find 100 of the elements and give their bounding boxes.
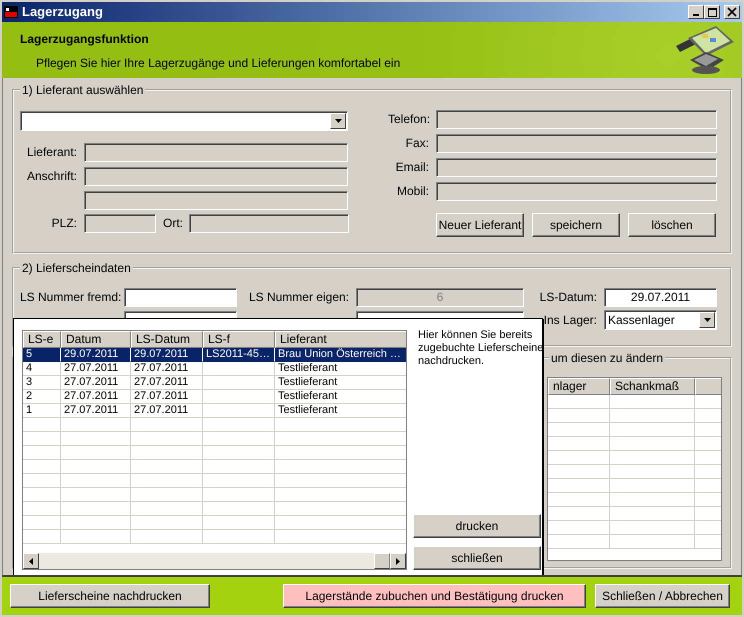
text-field: 6 xyxy=(356,288,524,307)
maximize-button[interactable] xyxy=(704,5,720,19)
field-label: LS-Datum: xyxy=(540,290,597,304)
table-cell xyxy=(131,432,203,446)
column-header[interactable]: Schankmaß xyxy=(610,378,695,395)
push-button[interactable]: drucken xyxy=(413,514,541,538)
field-label: PLZ: xyxy=(52,216,77,230)
text-field[interactable] xyxy=(84,167,348,186)
table-cell[interactable]: Brau Union Österreich … xyxy=(275,348,406,362)
table-cell xyxy=(203,390,275,404)
table-cell xyxy=(23,516,61,530)
table-cell xyxy=(61,460,131,474)
table-cell xyxy=(23,474,61,488)
table-cell xyxy=(61,516,131,530)
table-cell xyxy=(548,423,610,437)
column-header[interactable]: LS-Datum xyxy=(131,331,203,348)
table-cell[interactable]: 27.07.2011 xyxy=(131,404,203,418)
pos-terminal-icon xyxy=(674,24,736,76)
column-header[interactable]: nlager xyxy=(548,378,610,395)
table-cell xyxy=(203,362,275,376)
column-header[interactable]: Lieferant xyxy=(275,331,406,348)
caret-icon xyxy=(330,113,346,129)
storage-dropdown[interactable]: Kassenlager xyxy=(604,310,717,330)
subtitle: Pflegen Sie hier Ihre Lagerzugänge und Lieferungen komfortabel ein xyxy=(36,56,400,70)
table-cell xyxy=(548,479,610,493)
field-label: Ins Lager: xyxy=(544,312,597,327)
table-cell xyxy=(23,488,61,502)
field-label: Email: xyxy=(396,160,429,174)
column-header[interactable]: Datum xyxy=(61,331,131,348)
field-label: LS Nummer eigen: xyxy=(248,290,349,304)
table-cell[interactable]: 27.07.2011 xyxy=(61,362,131,376)
table-cell[interactable]: 2 xyxy=(23,390,61,404)
table-cell[interactable]: 29.07.2011 xyxy=(131,348,203,362)
push-button[interactable]: speichern xyxy=(532,213,620,237)
table-cell xyxy=(23,432,61,446)
push-button[interactable]: Neuer Lieferant xyxy=(436,213,524,237)
minimize-button[interactable] xyxy=(688,5,704,19)
column-header[interactable] xyxy=(695,378,721,395)
left-arrow-icon xyxy=(29,558,33,564)
push-button[interactable]: Schließen / Abbrechen xyxy=(595,584,730,608)
table-cell xyxy=(203,418,275,432)
close-button[interactable] xyxy=(724,5,740,19)
table-cell xyxy=(203,502,275,516)
text-field[interactable] xyxy=(84,214,156,233)
table-cell xyxy=(548,493,610,507)
table-cell[interactable]: 1 xyxy=(23,404,61,418)
table-cell xyxy=(131,530,203,544)
table-cell[interactable]: 3 xyxy=(23,376,61,390)
table-cell xyxy=(548,521,610,535)
table-cell[interactable]: Testlieferant xyxy=(275,404,406,418)
window-title: Lagerzugang xyxy=(22,4,104,20)
table-cell xyxy=(131,488,203,502)
table-cell xyxy=(23,418,61,432)
push-button[interactable]: Lagerstände zubuchen und Bestätigung drucken xyxy=(283,584,586,608)
table-cell xyxy=(61,502,131,516)
table-cell xyxy=(61,446,131,460)
scroll-thumb[interactable] xyxy=(374,553,390,569)
table-cell[interactable]: Testlieferant xyxy=(275,362,406,376)
table-cell xyxy=(61,432,131,446)
text-field[interactable] xyxy=(124,288,237,307)
text-field[interactable] xyxy=(436,134,717,153)
text-field[interactable] xyxy=(189,214,349,233)
table-cell xyxy=(548,409,610,423)
table-cell xyxy=(203,530,275,544)
caret-icon xyxy=(699,312,715,328)
table-cell xyxy=(23,460,61,474)
text-field[interactable] xyxy=(436,182,717,201)
table-cell[interactable]: 27.07.2011 xyxy=(61,390,131,404)
text-field[interactable] xyxy=(436,158,717,177)
table-cell xyxy=(23,530,61,544)
table-cell[interactable]: 29.07.2011 xyxy=(61,348,131,362)
table-cell[interactable]: 27.07.2011 xyxy=(131,390,203,404)
push-button[interactable]: löschen xyxy=(628,213,716,237)
table-cell[interactable]: 27.07.2011 xyxy=(61,376,131,390)
field-label: Ort: xyxy=(163,216,183,231)
column-header[interactable]: LS-e xyxy=(23,331,61,348)
table-cell[interactable]: 27.07.2011 xyxy=(131,362,203,376)
table-cell[interactable]: 4 xyxy=(23,362,61,376)
table-cell[interactable]: Testlieferant xyxy=(275,390,406,404)
table-cell xyxy=(61,474,131,488)
text-field[interactable] xyxy=(84,191,348,210)
push-button[interactable]: Lieferscheine nachdrucken xyxy=(10,584,210,608)
field-label: Lieferant: xyxy=(26,145,77,160)
table-cell[interactable]: 27.07.2011 xyxy=(131,376,203,390)
horizontal-scrollbar[interactable] xyxy=(23,553,406,569)
table-cell xyxy=(61,530,131,544)
table-cell[interactable]: 27.07.2011 xyxy=(61,404,131,418)
table-cell xyxy=(203,474,275,488)
close-icon xyxy=(728,8,736,16)
column-header[interactable]: LS-f xyxy=(203,331,275,348)
table-cell[interactable]: LS2011-45… xyxy=(203,348,275,362)
supplier-dropdown[interactable] xyxy=(20,111,348,131)
text-field[interactable] xyxy=(436,110,717,129)
table-cell[interactable]: Testlieferant xyxy=(275,376,406,390)
push-button[interactable]: schließen xyxy=(413,546,541,570)
text-field[interactable] xyxy=(84,143,348,162)
table-cell xyxy=(548,437,610,451)
table-cell[interactable]: 5 xyxy=(23,348,61,362)
text-field[interactable]: 29.07.2011 xyxy=(604,288,717,307)
table-cell xyxy=(548,535,610,549)
